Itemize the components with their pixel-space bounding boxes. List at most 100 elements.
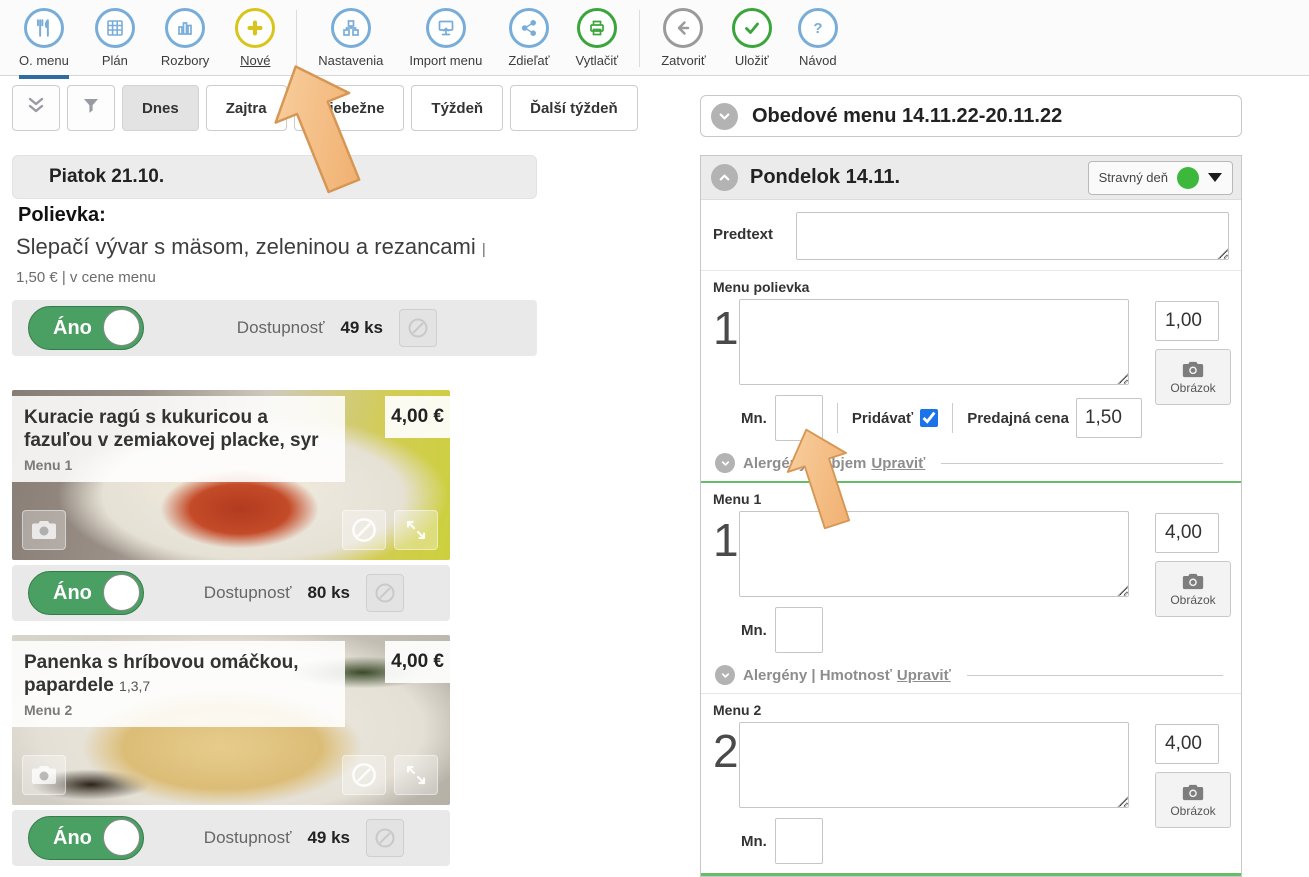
funnel-icon [81, 96, 101, 121]
menu2-image-button[interactable]: Obrázok [1155, 772, 1231, 828]
circle-slash-icon [373, 581, 397, 605]
soup-disable-button[interactable] [399, 309, 437, 347]
section-menu-2: Menu 2 2 Obrázok Mn. [701, 694, 1241, 877]
caret-down-icon [1208, 173, 1222, 182]
chevron-up-circle-icon[interactable] [711, 164, 738, 191]
toolbar-item-plan[interactable]: Plán [82, 8, 148, 68]
image-button-label: Obrázok [1170, 804, 1215, 818]
tab-priebezne[interactable]: Priebežne [294, 85, 405, 131]
divider [967, 675, 1223, 676]
food-menu-label: Menu 2 [24, 702, 333, 718]
toggle-knob [103, 309, 140, 346]
food-menu-label: Menu 1 [24, 457, 333, 473]
menu2-quantity-input[interactable] [775, 818, 823, 864]
section-number: 1 [713, 511, 739, 597]
food-card-menu1[interactable]: Kuracie ragú s kukuricou a fazuľou v zem… [12, 390, 450, 560]
tab-zajtra[interactable]: Zajtra [206, 85, 287, 131]
predtext-input[interactable] [796, 212, 1229, 260]
soup-text-input[interactable] [739, 299, 1129, 385]
menu1-disable-button[interactable] [366, 574, 404, 612]
chevron-down-circle-icon[interactable] [715, 453, 735, 473]
allergens-label: Alergény | Objem [743, 455, 866, 472]
toolbar-item-nove[interactable]: Nové [222, 8, 288, 68]
toolbar-item-ulozit[interactable]: Uložiť [719, 8, 785, 68]
back-arrow-icon [663, 8, 703, 48]
photo-button[interactable] [22, 510, 66, 550]
expand-image-button[interactable] [394, 755, 438, 795]
import-icon [426, 8, 466, 48]
collapse-all-button[interactable] [12, 85, 60, 131]
image-button-label: Obrázok [1170, 381, 1215, 395]
menu2-text-input[interactable] [739, 722, 1129, 808]
edit-allergens-link[interactable]: Upraviť [871, 455, 925, 472]
menu2-price-input[interactable] [1155, 724, 1219, 764]
camera-icon [1182, 783, 1204, 802]
toolbar-item-vytlacit[interactable]: Vytlačiť [563, 8, 632, 68]
toolbar-item-rozbory[interactable]: Rozbory [148, 8, 222, 68]
divider [941, 463, 1223, 464]
menu1-price-input[interactable] [1155, 513, 1219, 553]
menu1-image-button[interactable]: Obrázok [1155, 561, 1231, 617]
mn-label: Mn. [741, 833, 767, 850]
filter-button[interactable] [67, 85, 115, 131]
disable-image-button[interactable] [342, 755, 386, 795]
day-type-dropdown[interactable]: Stravný deň [1088, 161, 1233, 195]
tab-label: Ďalší týždeň [530, 100, 618, 117]
toolbar-item-navod[interactable]: ? Návod [785, 8, 851, 68]
section-label: Menu polievka [713, 279, 1229, 295]
menu2-toggle[interactable]: Áno [28, 816, 144, 860]
food-allergens: 1,3,7 [119, 678, 150, 694]
expand-icon [404, 518, 428, 542]
tab-tyzden[interactable]: Týždeň [411, 85, 503, 131]
photo-button[interactable] [22, 755, 66, 795]
menu2-disable-button[interactable] [366, 819, 404, 857]
camera-icon [1182, 360, 1204, 379]
circle-slash-icon [373, 826, 397, 850]
toolbar-item-label: O. menu [19, 53, 69, 68]
disable-image-button[interactable] [342, 510, 386, 550]
tab-dalsi-tyzden[interactable]: Ďalší týždeň [510, 85, 638, 131]
edit-allergens-link[interactable]: Upraviť [897, 667, 951, 684]
image-button-label: Obrázok [1170, 593, 1215, 607]
soup-toggle[interactable]: Áno [28, 306, 144, 350]
toolbar-item-zdielat[interactable]: Zdieľať [495, 8, 562, 68]
soup-price-input[interactable] [1155, 301, 1219, 341]
soup-quantity-input[interactable] [775, 395, 823, 441]
menu1-toggle[interactable]: Áno [28, 571, 144, 615]
food-title: Kuracie ragú s kukuricou a fazuľou v zem… [24, 407, 319, 451]
tab-dnes[interactable]: Dnes [122, 85, 199, 131]
food-price-tag: 4,00 € [385, 641, 450, 683]
soup-image-button[interactable]: Obrázok [1155, 349, 1231, 405]
allergens-label: Alergény | Hmotnosť [743, 667, 892, 684]
availability-label: Dostupnosť [204, 828, 292, 848]
menu1-quantity-input[interactable] [775, 607, 823, 653]
toolbar-item-import-menu[interactable]: Import menu [396, 8, 495, 68]
sale-price-input[interactable] [1076, 398, 1142, 438]
pridavat-checkbox[interactable] [920, 409, 938, 427]
tab-label: Priebežne [314, 100, 385, 117]
menu1-text-input[interactable] [739, 511, 1129, 597]
food-card-menu2[interactable]: Panenka s hríbovou omáčkou, papardele 1,… [12, 635, 450, 805]
expand-icon [404, 763, 428, 787]
camera-icon [31, 764, 57, 786]
toolbar-item-nastavenia[interactable]: Nastavenia [305, 8, 396, 68]
check-icon [732, 8, 772, 48]
week-header[interactable]: Obedové menu 14.11.22-20.11.22 [700, 95, 1242, 137]
chevron-down-circle-icon[interactable] [711, 103, 738, 130]
toolbar-item-zatvorit[interactable]: Zatvoriť [648, 8, 719, 68]
question-icon: ? [798, 8, 838, 48]
food-card-title-overlay: Kuracie ragú s kukuricou a fazuľou v zem… [12, 396, 345, 482]
green-separator [701, 873, 1241, 876]
toolbar-item-label: Nastavenia [318, 53, 383, 68]
camera-icon [31, 519, 57, 541]
left-day-header[interactable]: Piatok 21.10. [12, 155, 537, 199]
toolbar-item-o-menu[interactable]: O. menu [6, 8, 82, 79]
status-dot-green [1177, 167, 1199, 189]
circle-slash-icon [349, 760, 379, 790]
predtext-label: Predtext [713, 212, 796, 243]
tab-label: Dnes [142, 100, 179, 117]
expand-image-button[interactable] [394, 510, 438, 550]
soup-heading: Polievka: [18, 204, 106, 227]
toggle-label: Áno [53, 317, 92, 340]
chevron-down-circle-icon[interactable] [715, 665, 735, 685]
